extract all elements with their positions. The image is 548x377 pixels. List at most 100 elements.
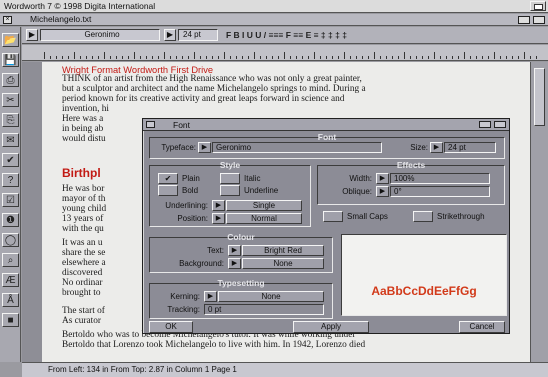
ruler-tick [164,52,165,59]
font-dialog-title-bar[interactable]: Font [143,119,509,131]
ruler-tick [476,56,477,59]
colour-group-title: Colour [227,232,255,242]
print-icon[interactable]: ⎙ [2,73,19,87]
window-depth-button[interactable] [533,16,545,24]
cut-icon[interactable]: ✂ [2,93,19,107]
position-cycle-icon[interactable]: ▶ [212,213,225,224]
size-popup-button[interactable]: ▶ [430,142,443,153]
plain-checkbox[interactable]: ✔ [158,173,178,184]
ruler-tick [188,56,189,59]
paste-icon[interactable]: ✉ [2,133,19,147]
abc-icon[interactable]: Æ [2,273,19,287]
font-group: Font Typeface: ▶ Geronimo Size: ▶ 24 pt [149,132,505,159]
ruler-tick [284,52,285,59]
ruler-tick [128,56,129,59]
italic-checkbox[interactable] [220,173,240,184]
background-colour-cycle[interactable]: None [242,258,324,269]
underline-checkbox[interactable] [220,185,240,196]
kerning-cycle-icon[interactable]: ▶ [204,291,217,302]
oblique-popup-button[interactable]: ▶ [376,186,389,197]
ruler-tick [116,56,117,59]
text-line: elsewhere a [62,258,106,268]
ruler-tick [308,56,309,59]
width-field[interactable]: 100% [390,173,490,184]
ruler-tick [242,56,243,59]
typeface-field[interactable]: Geronimo [212,142,382,153]
ruler-tick [350,56,351,59]
screen-title-bar: Wordworth 7 © 1998 Digita International [0,0,548,13]
search-icon[interactable]: ⌕ [2,253,19,267]
size-popup-button[interactable]: ▶ [164,29,176,41]
ruler[interactable] [22,45,548,61]
screen-depth-gadget[interactable] [530,1,546,11]
text-colour-cycle-icon[interactable]: ▶ [228,245,241,256]
font-name-field[interactable]: Geronimo [40,29,160,41]
oblique-field[interactable]: 0° [390,186,490,197]
effects-group-title: Effects [396,160,426,170]
ruler-tick [428,56,429,59]
position-cycle[interactable]: Normal [226,213,302,224]
ruler-tick [386,56,387,59]
text-colour-cycle[interactable]: Bright Red [242,245,324,256]
bold-checkbox[interactable] [158,185,178,196]
font-sample-preview: AaBbCcDdEeFfGg [341,234,507,316]
ruler-tick [278,56,279,59]
text-line: As curator [62,316,101,326]
vertical-scrollbar[interactable] [530,62,548,362]
spell-icon[interactable]: ✔ [2,153,19,167]
scrollbar-knob[interactable] [534,68,545,126]
ruler-tick [74,52,75,59]
ruler-tick [326,56,327,59]
style-buttons[interactable]: F B I U U / ≡≡≡ F ≡≡ E ≡ ‡ ‡ ‡ ‡ [226,30,347,40]
strikethrough-checkbox[interactable] [413,211,433,222]
ruler-tick [464,52,465,59]
text-line: THINK of an artist from the High Renaiss… [62,74,362,84]
ruler-tick [56,56,57,59]
document-title-bar[interactable]: × Michelangelo.txt [0,14,548,26]
zoom-icon[interactable]: ◯ [2,233,19,247]
underlining-cycle-icon[interactable]: ▶ [212,200,225,211]
ruler-tick [176,56,177,59]
cancel-button[interactable]: Cancel [459,321,505,333]
tracking-field[interactable]: 0 pt [204,304,324,315]
ruler-tick [260,56,261,59]
dialog-close-button[interactable] [146,121,155,128]
window-zoom-button[interactable] [518,16,530,24]
typeface-popup-button[interactable]: ▶ [198,142,211,153]
ruler-tick [230,56,231,59]
text-line: invention, hi [62,104,109,114]
ok-button[interactable]: OK [149,321,193,333]
font-dialog-title: Font [173,120,191,130]
ruler-tick [206,56,207,59]
text-line: Here was a [62,114,104,124]
font-size-field[interactable]: 24 pt [178,29,218,41]
font-popup-button[interactable]: ▶ [26,29,38,41]
ruler-tick [200,56,201,59]
ruler-tick [434,52,435,59]
ruler-tick [536,56,537,59]
colour-icon[interactable]: ■ [2,313,19,327]
window-close-button[interactable]: × [3,16,12,24]
copy-icon[interactable]: ⎘ [2,113,19,127]
ruler-tick [224,52,225,59]
save-icon[interactable]: 💾 [2,53,19,67]
width-popup-button[interactable]: ▶ [376,173,389,184]
abc-check-icon[interactable]: Å [2,293,19,307]
dialog-depth-button[interactable] [494,121,506,128]
ruler-tick [512,56,513,59]
ruler-tick [506,56,507,59]
info-icon[interactable]: ❶ [2,213,19,227]
dialog-zoom-button[interactable] [479,121,491,128]
checklist-icon[interactable]: ☑ [2,193,19,207]
font-group-title: Font [317,132,337,142]
kerning-cycle[interactable]: None [218,291,324,302]
apply-button[interactable]: Apply [293,321,369,333]
underlining-cycle[interactable]: Single [226,200,302,211]
ruler-tick [146,56,147,59]
background-colour-cycle-icon[interactable]: ▶ [228,258,241,269]
help-icon[interactable]: ? [2,173,19,187]
smallcaps-checkbox[interactable] [323,211,343,222]
ruler-tick [50,56,51,59]
open-icon[interactable]: 📂 [2,33,19,47]
size-field[interactable]: 24 pt [444,142,496,153]
